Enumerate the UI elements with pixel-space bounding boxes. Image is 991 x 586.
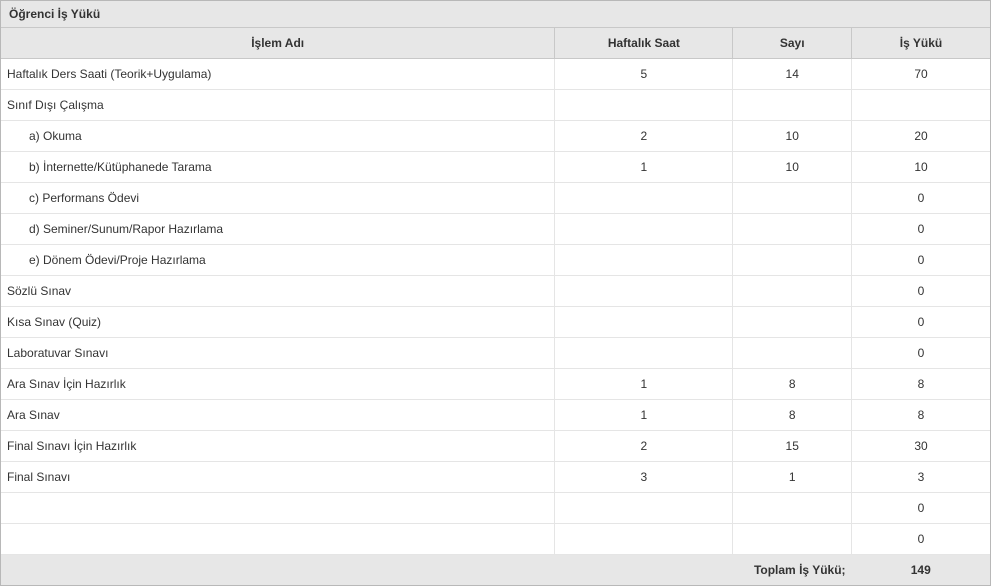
cell-hours: 1 [555,400,733,431]
cell-workload: 8 [852,369,990,400]
table-row: Sınıf Dışı Çalışma [1,90,990,121]
cell-count [733,245,852,276]
cell-count [733,338,852,369]
cell-hours [555,90,733,121]
cell-workload: 8 [852,400,990,431]
table-row: Laboratuvar Sınavı 0 [1,338,990,369]
cell-name [1,524,555,555]
col-header-name: İşlem Adı [1,28,555,59]
cell-workload: 3 [852,462,990,493]
table-body: Haftalık Ders Saati (Teorik+Uygulama)514… [1,59,990,555]
cell-count [733,214,852,245]
cell-workload: 0 [852,307,990,338]
panel-title: Öğrenci İş Yükü [1,1,990,28]
cell-hours [555,307,733,338]
table-row: Haftalık Ders Saati (Teorik+Uygulama)514… [1,59,990,90]
cell-name: b) İnternette/Kütüphanede Tarama [1,152,555,183]
cell-count [733,524,852,555]
cell-workload: 0 [852,276,990,307]
table-row: b) İnternette/Kütüphanede Tarama11010 [1,152,990,183]
cell-workload: 0 [852,214,990,245]
cell-hours [555,338,733,369]
cell-workload: 20 [852,121,990,152]
cell-count [733,493,852,524]
table-row: a) Okuma21020 [1,121,990,152]
table-row: e) Dönem Ödevi/Proje Hazırlama 0 [1,245,990,276]
table-header-row: İşlem Adı Haftalık Saat Sayı İş Yükü [1,28,990,59]
cell-hours [555,214,733,245]
cell-name: Final Sınavı [1,462,555,493]
cell-count: 15 [733,431,852,462]
table-row: Final Sınavı İçin Hazırlık21530 [1,431,990,462]
cell-count [733,276,852,307]
cell-hours: 2 [555,121,733,152]
table-row: c) Performans Ödevi 0 [1,183,990,214]
cell-name: Final Sınavı İçin Hazırlık [1,431,555,462]
table-footer-row: Toplam İş Yükü; 149 [1,555,990,586]
workload-table: İşlem Adı Haftalık Saat Sayı İş Yükü Haf… [1,28,990,585]
table-row: Final Sınavı313 [1,462,990,493]
col-header-count: Sayı [733,28,852,59]
cell-hours: 5 [555,59,733,90]
cell-name: Haftalık Ders Saati (Teorik+Uygulama) [1,59,555,90]
cell-name: Ara Sınav [1,400,555,431]
cell-hours [555,493,733,524]
cell-count: 8 [733,369,852,400]
cell-count: 14 [733,59,852,90]
cell-name: Kısa Sınav (Quiz) [1,307,555,338]
footer-total-value: 149 [852,555,990,586]
cell-hours: 1 [555,152,733,183]
table-row: Ara Sınav188 [1,400,990,431]
cell-hours: 3 [555,462,733,493]
cell-hours: 1 [555,369,733,400]
table-row: 0 [1,524,990,555]
cell-hours [555,245,733,276]
cell-workload: 0 [852,524,990,555]
cell-name: Ara Sınav İçin Hazırlık [1,369,555,400]
table-row: Sözlü Sınav 0 [1,276,990,307]
cell-workload: 30 [852,431,990,462]
workload-panel: Öğrenci İş Yükü İşlem Adı Haftalık Saat … [0,0,991,586]
cell-name: d) Seminer/Sunum/Rapor Hazırlama [1,214,555,245]
cell-count: 10 [733,152,852,183]
cell-count [733,90,852,121]
cell-workload: 10 [852,152,990,183]
cell-workload: 0 [852,493,990,524]
table-row: Ara Sınav İçin Hazırlık188 [1,369,990,400]
cell-name: e) Dönem Ödevi/Proje Hazırlama [1,245,555,276]
cell-count [733,183,852,214]
cell-hours: 2 [555,431,733,462]
cell-count: 8 [733,400,852,431]
col-header-workload: İş Yükü [852,28,990,59]
cell-name: Laboratuvar Sınavı [1,338,555,369]
col-header-hours: Haftalık Saat [555,28,733,59]
table-row: 0 [1,493,990,524]
cell-name [1,493,555,524]
cell-name: Sınıf Dışı Çalışma [1,90,555,121]
cell-workload: 0 [852,338,990,369]
cell-count: 10 [733,121,852,152]
cell-hours [555,183,733,214]
cell-workload: 0 [852,183,990,214]
table-row: Kısa Sınav (Quiz) 0 [1,307,990,338]
table-row: d) Seminer/Sunum/Rapor Hazırlama 0 [1,214,990,245]
cell-workload: 70 [852,59,990,90]
cell-count [733,307,852,338]
cell-workload: 0 [852,245,990,276]
cell-hours [555,276,733,307]
cell-count: 1 [733,462,852,493]
cell-name: c) Performans Ödevi [1,183,555,214]
cell-name: a) Okuma [1,121,555,152]
cell-hours [555,524,733,555]
footer-total-label: Toplam İş Yükü; [1,555,852,586]
cell-name: Sözlü Sınav [1,276,555,307]
cell-workload [852,90,990,121]
